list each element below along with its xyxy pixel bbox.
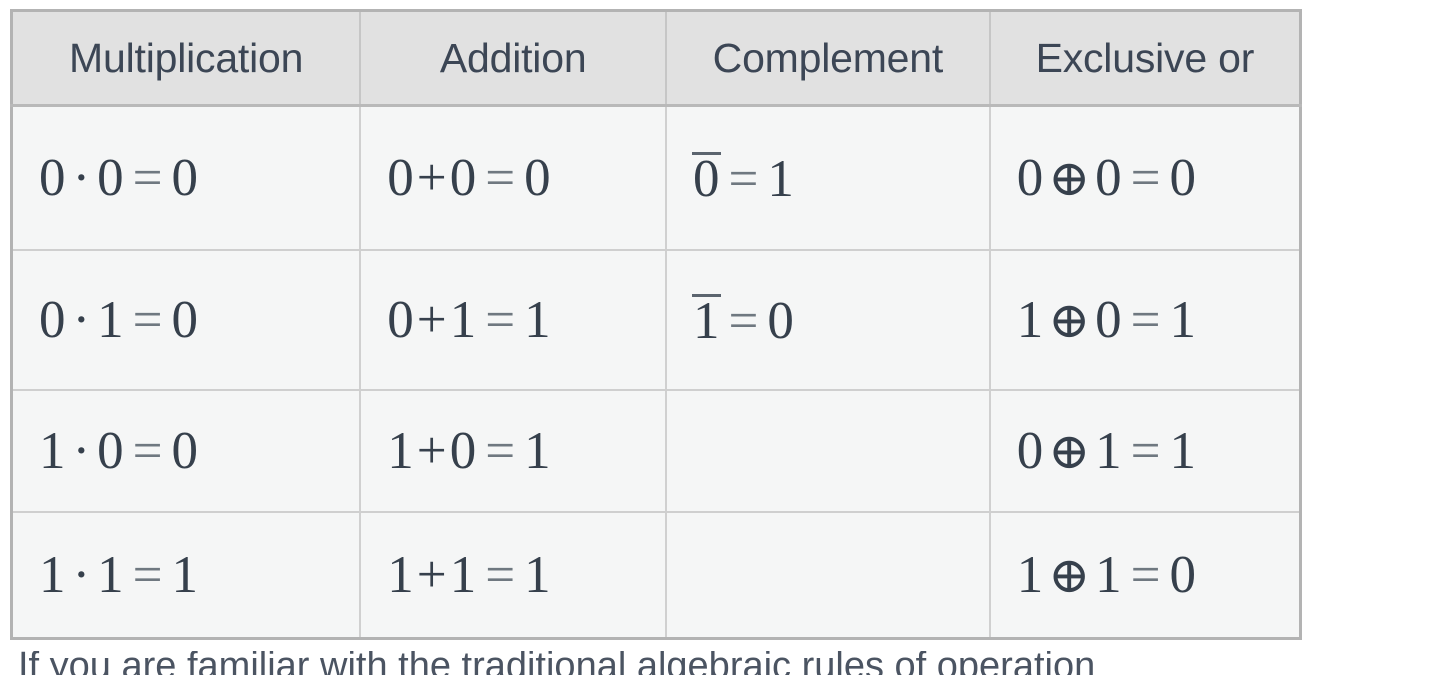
operator-equals-icon: = (132, 545, 163, 604)
table-row: 0 · 0 = 0 0+0 = 0 0 = 1 0 ⊕0 = 0 (11, 105, 1301, 251)
cell-addition: 1+0 = 1 (360, 390, 667, 513)
cell-addition: 0+0 = 0 (360, 105, 667, 251)
cell-exclusive-or: 1 ⊕1 = 0 (989, 512, 1301, 639)
operator-equals-icon: = (1130, 290, 1161, 349)
math-expression-multiplication: 1 · 1 = 1 (39, 545, 199, 604)
operator-plus-icon: + (416, 148, 447, 207)
math-expression-multiplication: 0 · 0 = 0 (39, 148, 199, 207)
operator-plus-icon: + (416, 290, 447, 349)
body-paragraph-line: If you are familiar with the traditional… (18, 651, 1096, 675)
operator-xor-icon: ⊕ (1048, 149, 1091, 206)
cell-complement: 1 = 0 (666, 250, 991, 391)
operator-equals-icon: = (485, 421, 516, 480)
body-paragraph-clipped: If you are familiar with the traditional… (18, 651, 1422, 675)
cell-multiplication: 0 · 0 = 0 (11, 105, 362, 251)
cell-complement-empty (666, 512, 991, 639)
operator-equals-icon: = (728, 149, 759, 208)
cell-exclusive-or: 0 ⊕0 = 0 (989, 105, 1301, 251)
boolean-operations-table: Multiplication Addition Complement Exclu… (10, 9, 1302, 640)
cell-complement: 0 = 1 (666, 105, 991, 251)
cell-multiplication: 1 · 1 = 1 (11, 512, 362, 639)
table-header: Multiplication Addition Complement Exclu… (11, 10, 1301, 107)
table-row: 1 · 0 = 0 1+0 = 1 0 ⊕1 = 1 (11, 390, 1301, 513)
column-header-multiplication: Multiplication (11, 10, 362, 107)
operator-equals-icon: = (132, 148, 163, 207)
operator-xor-icon: ⊕ (1048, 291, 1091, 348)
operator-dot-icon: · (72, 421, 91, 480)
operator-plus-icon: + (416, 545, 447, 604)
cell-complement-empty (666, 390, 991, 513)
table-row: 1 · 1 = 1 1+1 = 1 1 ⊕1 = 0 (11, 512, 1301, 639)
math-expression-addition: 0+1 = 1 (387, 290, 551, 349)
operator-equals-icon: = (485, 290, 516, 349)
operator-equals-icon: = (1130, 421, 1161, 480)
math-expression-exclusive-or: 0 ⊕1 = 1 (1016, 421, 1197, 480)
operator-dot-icon: · (72, 545, 91, 604)
boolean-operations-table-container: Multiplication Addition Complement Exclu… (10, 9, 1302, 640)
operator-xor-icon: ⊕ (1048, 546, 1091, 603)
math-expression-addition: 0+0 = 0 (387, 148, 551, 207)
operator-xor-icon: ⊕ (1048, 422, 1091, 479)
operator-dot-icon: · (72, 148, 91, 207)
overline-bar-icon: 0 (692, 149, 720, 208)
cell-exclusive-or: 0 ⊕1 = 1 (989, 390, 1301, 513)
cell-addition: 1+1 = 1 (360, 512, 667, 639)
operator-plus-icon: + (416, 421, 447, 480)
overline-bar-icon: 1 (692, 291, 720, 350)
math-expression-multiplication: 0 · 1 = 0 (39, 290, 199, 349)
operator-equals-icon: = (1130, 545, 1161, 604)
column-header-exclusive-or: Exclusive or (989, 10, 1301, 107)
cell-multiplication: 0 · 1 = 0 (11, 250, 362, 391)
operator-dot-icon: · (72, 290, 91, 349)
operator-equals-icon: = (1130, 148, 1161, 207)
operator-equals-icon: = (485, 545, 516, 604)
math-expression-multiplication: 1 · 0 = 0 (39, 421, 199, 480)
math-expression-complement: 0 = 1 (692, 149, 794, 208)
column-header-addition: Addition (360, 10, 667, 107)
table-row: 0 · 1 = 0 0+1 = 1 1 = 0 1 ⊕0 = 1 (11, 250, 1301, 391)
math-expression-exclusive-or: 1 ⊕0 = 1 (1016, 290, 1197, 349)
table-header-row: Multiplication Addition Complement Exclu… (11, 10, 1301, 107)
operator-equals-icon: = (132, 421, 163, 480)
cell-multiplication: 1 · 0 = 0 (11, 390, 362, 513)
column-header-complement: Complement (666, 10, 991, 107)
math-expression-addition: 1+0 = 1 (387, 421, 551, 480)
math-expression-exclusive-or: 1 ⊕1 = 0 (1016, 545, 1197, 604)
operator-equals-icon: = (728, 291, 759, 350)
math-expression-addition: 1+1 = 1 (387, 545, 551, 604)
operator-equals-icon: = (485, 148, 516, 207)
cell-addition: 0+1 = 1 (360, 250, 667, 391)
math-expression-complement: 1 = 0 (692, 291, 794, 350)
table-body: 0 · 0 = 0 0+0 = 0 0 = 1 0 ⊕0 = 0 0 · 1 = 0 (11, 105, 1301, 639)
operator-equals-icon: = (132, 290, 163, 349)
cell-exclusive-or: 1 ⊕0 = 1 (989, 250, 1301, 391)
document-page: Multiplication Addition Complement Exclu… (0, 0, 1440, 675)
math-expression-exclusive-or: 0 ⊕0 = 0 (1016, 148, 1197, 207)
